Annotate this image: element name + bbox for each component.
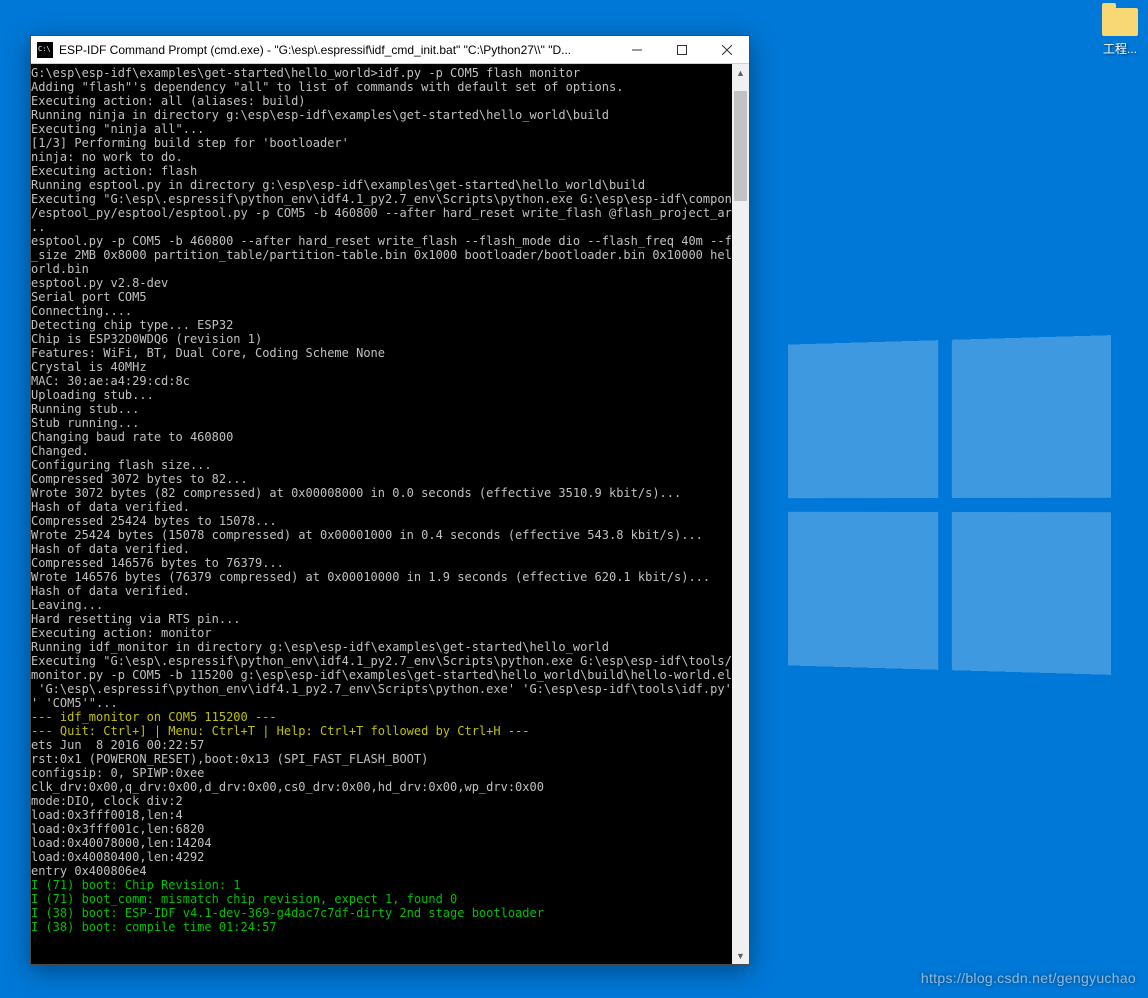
- minimize-button[interactable]: [614, 36, 659, 63]
- terminal-line: Running esptool.py in directory g:\esp\e…: [31, 178, 730, 192]
- terminal-line: Compressed 25424 bytes to 15078...: [31, 514, 730, 528]
- terminal-line: Stub running...: [31, 416, 730, 430]
- terminal-line: I (71) boot: Chip Revision: 1: [31, 878, 730, 892]
- desktop-icon-label: 工程...: [1103, 42, 1137, 56]
- terminal-line: Executing "ninja all"...: [31, 122, 730, 136]
- terminal-line: Detecting chip type... ESP32: [31, 318, 730, 332]
- close-icon: [722, 45, 732, 55]
- scrollbar-thumb[interactable]: [734, 91, 747, 201]
- terminal-line: Wrote 25424 bytes (15078 compressed) at …: [31, 528, 730, 542]
- terminal-line: Executing action: flash: [31, 164, 730, 178]
- terminal-line: clk_drv:0x00,q_drv:0x00,d_drv:0x00,cs0_d…: [31, 780, 730, 794]
- terminal-line: 'G:\esp\.espressif\python_env\idf4.1_py2…: [31, 682, 730, 696]
- window-title: ESP-IDF Command Prompt (cmd.exe) - "G:\e…: [59, 43, 614, 57]
- terminal-line: /esptool_py/esptool/esptool.py -p COM5 -…: [31, 206, 730, 220]
- windows-logo: [788, 335, 1111, 675]
- terminal-line: load:0x40078000,len:14204: [31, 836, 730, 850]
- terminal-line: Executing action: monitor: [31, 626, 730, 640]
- terminal-line: I (38) boot: compile time 01:24:57: [31, 920, 730, 934]
- cmd-icon: [37, 42, 53, 58]
- terminal-line: esptool.py v2.8-dev: [31, 276, 730, 290]
- terminal-line: --- idf_monitor on COM5 115200 ---: [31, 710, 730, 724]
- terminal-line: Chip is ESP32D0WDQ6 (revision 1): [31, 332, 730, 346]
- vertical-scrollbar[interactable]: ▲ ▼: [732, 64, 749, 964]
- terminal-line: Leaving...: [31, 598, 730, 612]
- terminal-line: [1/3] Performing build step for 'bootloa…: [31, 136, 730, 150]
- terminal-line: monitor.py -p COM5 -b 115200 g:\esp\esp-…: [31, 668, 730, 682]
- terminal-line: load:0x3fff001c,len:6820: [31, 822, 730, 836]
- terminal-line: Hard resetting via RTS pin...: [31, 612, 730, 626]
- maximize-icon: [677, 45, 687, 55]
- terminal-line: load:0x40080400,len:4292: [31, 850, 730, 864]
- terminal-line: Compressed 3072 bytes to 82...: [31, 472, 730, 486]
- terminal-line: Running stub...: [31, 402, 730, 416]
- terminal-line: Executing action: all (aliases: build): [31, 94, 730, 108]
- terminal-line: Compressed 146576 bytes to 76379...: [31, 556, 730, 570]
- terminal-line: _size 2MB 0x8000 partition_table/partiti…: [31, 248, 730, 262]
- terminal-line: ets Jun 8 2016 00:22:57: [31, 738, 730, 752]
- terminal-line: Wrote 3072 bytes (82 compressed) at 0x00…: [31, 486, 730, 500]
- terminal-line: Hash of data verified.: [31, 542, 730, 556]
- terminal-line: mode:DIO, clock div:2: [31, 794, 730, 808]
- terminal-line: Changing baud rate to 460800: [31, 430, 730, 444]
- terminal-line: Adding "flash"'s dependency "all" to lis…: [31, 80, 730, 94]
- terminal-line: ninja: no work to do.: [31, 150, 730, 164]
- terminal-line: Hash of data verified.: [31, 500, 730, 514]
- terminal-line: Serial port COM5: [31, 290, 730, 304]
- terminal-line: Features: WiFi, BT, Dual Core, Coding Sc…: [31, 346, 730, 360]
- terminal-line: orld.bin: [31, 262, 730, 276]
- scroll-up-arrow[interactable]: ▲: [732, 64, 749, 81]
- terminal-line: load:0x3fff0018,len:4: [31, 808, 730, 822]
- close-button[interactable]: [704, 36, 749, 63]
- desktop-folder-icon[interactable]: 工程...: [1100, 8, 1140, 57]
- window-controls: [614, 36, 749, 63]
- terminal-line: Executing "G:\esp\.espressif\python_env\…: [31, 192, 730, 206]
- terminal-line: Running ninja in directory g:\esp\esp-id…: [31, 108, 730, 122]
- terminal-line: G:\esp\esp-idf\examples\get-started\hell…: [31, 66, 730, 80]
- terminal-line: I (38) boot: ESP-IDF v4.1-dev-369-g4dac7…: [31, 906, 730, 920]
- terminal-line: entry 0x400806e4: [31, 864, 730, 878]
- watermark-text: https://blog.csdn.net/gengyuchao: [921, 970, 1136, 986]
- scrollbar-track[interactable]: [732, 81, 749, 947]
- terminal-line: MAC: 30:ae:a4:29:cd:8c: [31, 374, 730, 388]
- terminal-line: --- Quit: Ctrl+] | Menu: Ctrl+T | Help: …: [31, 724, 730, 738]
- maximize-button[interactable]: [659, 36, 704, 63]
- terminal-line: esptool.py -p COM5 -b 460800 --after har…: [31, 234, 730, 248]
- terminal-line: Connecting....: [31, 304, 730, 318]
- window-titlebar[interactable]: ESP-IDF Command Prompt (cmd.exe) - "G:\e…: [31, 36, 749, 64]
- terminal-line: ..: [31, 220, 730, 234]
- terminal-line: Crystal is 40MHz: [31, 360, 730, 374]
- terminal-output[interactable]: G:\esp\esp-idf\examples\get-started\hell…: [31, 64, 732, 964]
- terminal-line: Hash of data verified.: [31, 584, 730, 598]
- terminal-line: Running idf_monitor in directory g:\esp\…: [31, 640, 730, 654]
- terminal-line: I (71) boot_comm: mismatch chip revision…: [31, 892, 730, 906]
- terminal-line: Changed.: [31, 444, 730, 458]
- scroll-down-arrow[interactable]: ▼: [732, 947, 749, 964]
- terminal-line: configsip: 0, SPIWP:0xee: [31, 766, 730, 780]
- terminal-line: Uploading stub...: [31, 388, 730, 402]
- terminal-line: Configuring flash size...: [31, 458, 730, 472]
- terminal-line: Wrote 146576 bytes (76379 compressed) at…: [31, 570, 730, 584]
- minimize-icon: [632, 45, 642, 55]
- terminal-line: rst:0x1 (POWERON_RESET),boot:0x13 (SPI_F…: [31, 752, 730, 766]
- terminal-line: Executing "G:\esp\.espressif\python_env\…: [31, 654, 730, 668]
- command-prompt-window: ESP-IDF Command Prompt (cmd.exe) - "G:\e…: [30, 35, 750, 965]
- terminal-line: ' 'COM5'"...: [31, 696, 730, 710]
